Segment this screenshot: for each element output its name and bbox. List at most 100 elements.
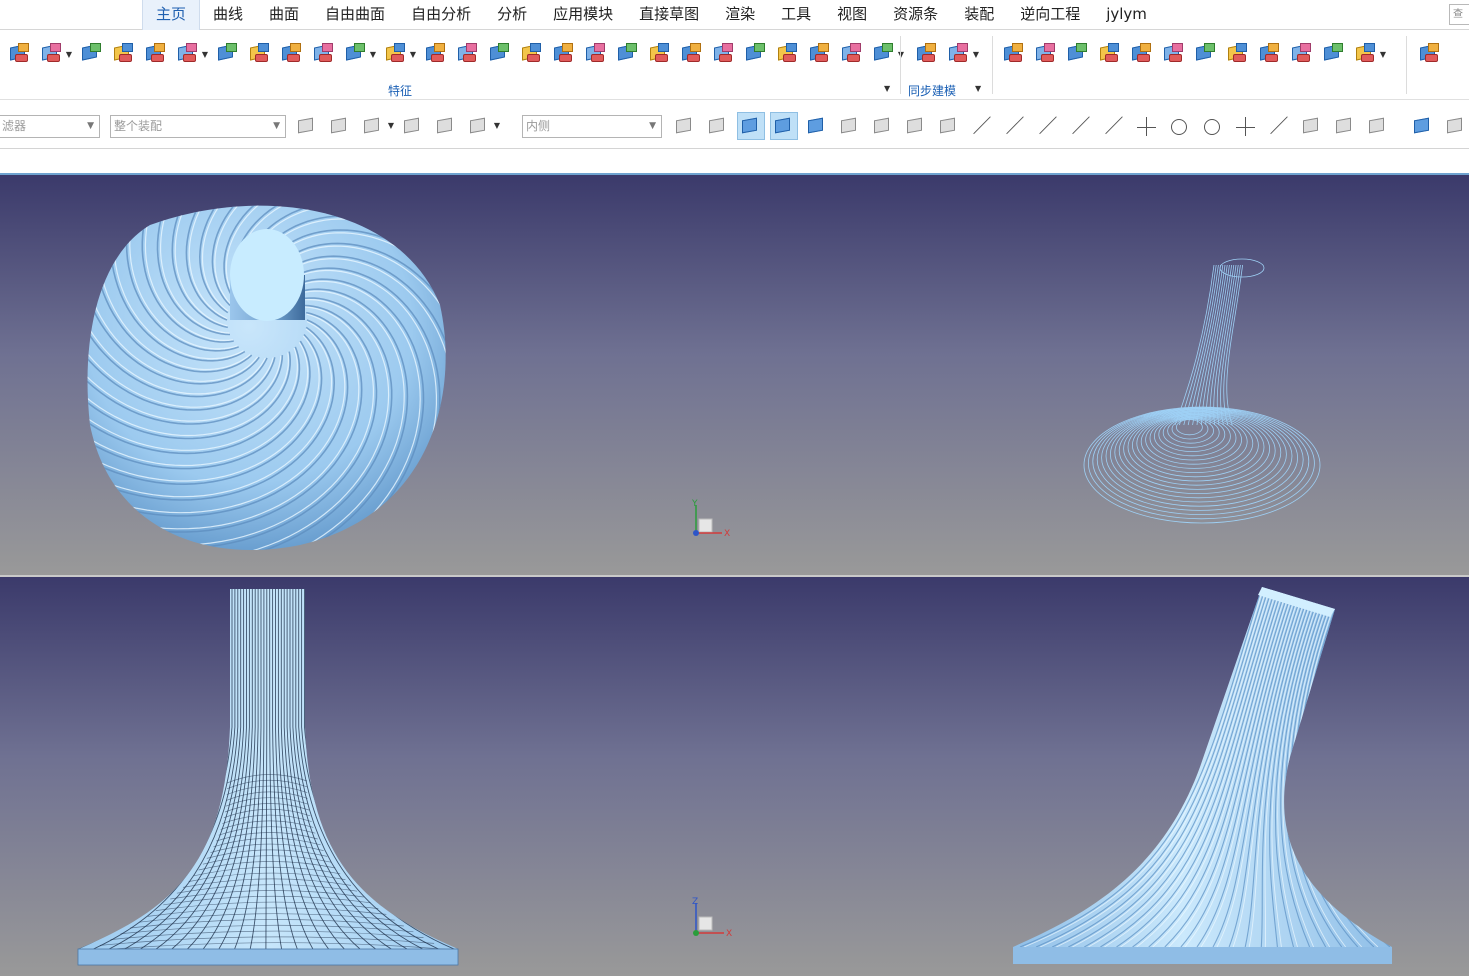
tool-icon[interactable] — [486, 40, 513, 67]
tool-icon[interactable]: ▼ — [382, 40, 416, 67]
tab-view[interactable]: 视图 — [824, 0, 880, 30]
selection-tool-icon[interactable] — [1101, 113, 1127, 139]
selection-tool-icon[interactable] — [804, 113, 830, 139]
tool-icon[interactable] — [1416, 40, 1443, 67]
selection-tool-icon[interactable] — [400, 113, 426, 139]
tool-icon[interactable] — [614, 40, 641, 67]
chevron-down-icon[interactable]: ▼ — [494, 121, 500, 130]
selection-tool-icon[interactable] — [705, 113, 731, 139]
selection-tool-icon[interactable] — [1068, 113, 1094, 139]
selection-tool-icon[interactable] — [1035, 113, 1061, 139]
tool-icon[interactable] — [78, 40, 105, 67]
selection-tool-icon[interactable] — [936, 113, 962, 139]
tool-icon[interactable] — [1160, 40, 1187, 67]
chevron-down-icon[interactable]: ▼ — [66, 50, 72, 59]
chevron-down-icon[interactable]: ▼ — [1380, 50, 1386, 59]
selection-tool-icon[interactable] — [294, 113, 320, 139]
model-wireframe-view[interactable] — [1083, 258, 1321, 524]
selection-tool-icon[interactable] — [1365, 113, 1391, 139]
tool-icon[interactable] — [110, 40, 137, 67]
tool-icon[interactable] — [1192, 40, 1219, 67]
tool-icon[interactable]: ▼ — [342, 40, 376, 67]
tab-reverse-engineering[interactable]: 逆向工程 — [1007, 0, 1093, 30]
selection-tool-icon[interactable] — [1266, 113, 1292, 139]
tool-icon[interactable] — [518, 40, 545, 67]
tab-application-modules[interactable]: 应用模块 — [540, 0, 626, 30]
tab-resource-bar[interactable]: 资源条 — [880, 0, 951, 30]
selection-tool-icon[interactable] — [327, 113, 353, 139]
tool-icon[interactable] — [678, 40, 705, 67]
selection-tool-icon[interactable] — [903, 113, 929, 139]
tool-icon[interactable]: ▼ — [38, 40, 72, 67]
selection-tool-icon[interactable] — [1167, 113, 1193, 139]
tool-icon[interactable] — [1320, 40, 1347, 67]
tab-freeform-surface[interactable]: 自由曲面 — [312, 0, 398, 30]
selection-tool-icon[interactable] — [737, 112, 765, 140]
selection-tool-icon[interactable] — [1410, 113, 1436, 139]
tool-icon[interactable] — [1128, 40, 1155, 67]
selection-tool-icon[interactable] — [433, 113, 459, 139]
chevron-down-icon[interactable]: ▼ — [973, 50, 979, 59]
chevron-down-icon[interactable]: ▼ — [388, 121, 394, 130]
tool-icon[interactable] — [1032, 40, 1059, 67]
selection-tool-icon[interactable] — [672, 113, 698, 139]
face-rule-dropdown[interactable]: 内侧 ▼ — [522, 115, 662, 138]
model-side-view[interactable] — [1013, 587, 1394, 964]
command-search-input[interactable]: 查 — [1449, 4, 1469, 25]
tool-icon[interactable] — [710, 40, 737, 67]
chevron-down-icon[interactable]: ▼ — [884, 84, 890, 93]
tool-icon[interactable] — [278, 40, 305, 67]
chevron-down-icon[interactable]: ▼ — [202, 50, 208, 59]
selection-tool-icon[interactable] — [1299, 113, 1325, 139]
tool-icon[interactable] — [422, 40, 449, 67]
tool-icon[interactable] — [646, 40, 673, 67]
tool-icon[interactable] — [6, 40, 33, 67]
tab-jylym[interactable]: jylym — [1093, 0, 1160, 30]
chevron-down-icon[interactable]: ▼ — [975, 84, 981, 93]
tool-icon[interactable]: ▼ — [174, 40, 208, 67]
selection-tool-icon[interactable] — [1002, 113, 1028, 139]
selection-tool-icon[interactable] — [1233, 113, 1259, 139]
tab-curve[interactable]: 曲线 — [200, 0, 256, 30]
tool-icon[interactable] — [582, 40, 609, 67]
selection-tool-icon[interactable] — [1443, 113, 1469, 139]
tab-direct-sketch[interactable]: 直接草图 — [626, 0, 712, 30]
selection-tool-icon[interactable] — [870, 113, 896, 139]
tab-render[interactable]: 渲染 — [712, 0, 768, 30]
viewport-top[interactable]: Y X — [0, 173, 1469, 575]
tool-icon[interactable] — [550, 40, 577, 67]
viewport-bottom[interactable]: Z X — [0, 577, 1469, 976]
tool-icon[interactable]: ▼ — [1352, 40, 1386, 67]
chevron-down-icon[interactable]: ▼ — [410, 50, 416, 59]
tab-analysis[interactable]: 分析 — [484, 0, 540, 30]
tool-icon[interactable] — [454, 40, 481, 67]
tool-icon[interactable] — [310, 40, 337, 67]
tool-icon[interactable] — [214, 40, 241, 67]
selection-tool-icon[interactable] — [1200, 113, 1226, 139]
model-front-view[interactable] — [77, 589, 470, 966]
model-top-view[interactable] — [0, 175, 559, 575]
tool-icon[interactable] — [838, 40, 865, 67]
tool-icon[interactable] — [774, 40, 801, 67]
tool-icon[interactable] — [1288, 40, 1315, 67]
tool-icon[interactable] — [1064, 40, 1091, 67]
chevron-down-icon[interactable]: ▼ — [370, 50, 376, 59]
selection-tool-icon[interactable]: ▼ — [466, 113, 500, 139]
selection-tool-icon[interactable] — [969, 113, 995, 139]
tab-freeform-analysis[interactable]: 自由分析 — [398, 0, 484, 30]
selection-tool-icon[interactable]: ▼ — [360, 113, 394, 139]
tab-surface[interactable]: 曲面 — [256, 0, 312, 30]
tool-icon[interactable] — [1000, 40, 1027, 67]
type-filter-dropdown[interactable]: 滤器 ▼ — [0, 115, 100, 138]
tool-icon[interactable] — [246, 40, 273, 67]
tool-icon[interactable] — [1224, 40, 1251, 67]
selection-tool-icon[interactable] — [770, 112, 798, 140]
selection-tool-icon[interactable] — [1134, 113, 1160, 139]
tool-icon[interactable] — [806, 40, 833, 67]
tab-home[interactable]: 主页 — [142, 0, 201, 30]
selection-scope-dropdown[interactable]: 整个装配 ▼ — [110, 115, 286, 138]
selection-tool-icon[interactable] — [837, 113, 863, 139]
tool-icon[interactable]: ▼ — [870, 40, 904, 67]
selection-tool-icon[interactable] — [1332, 113, 1358, 139]
tool-icon[interactable] — [742, 40, 769, 67]
